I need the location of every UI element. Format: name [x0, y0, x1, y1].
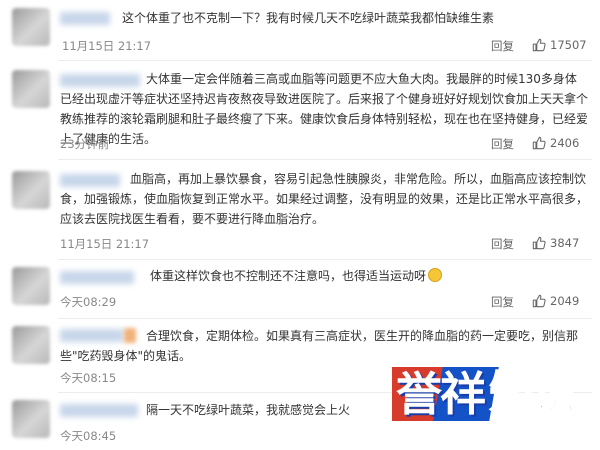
avatar[interactable] [12, 267, 50, 305]
laugh-emoji-icon [428, 268, 443, 282]
watermark-text: 誉祥 [396, 367, 486, 421]
thumbs-up-icon [532, 136, 546, 150]
divider [58, 60, 592, 61]
reply-button[interactable]: 回复 [491, 236, 514, 252]
comment-time: 今天08:45 [60, 429, 117, 443]
thumbs-up-icon [532, 236, 546, 250]
comment-time: 今天08:29 [60, 295, 117, 309]
divider [58, 318, 592, 319]
like-count: 2049 [550, 294, 580, 308]
username-redacted [60, 404, 138, 417]
comment-time: 今天08:15 [60, 371, 117, 385]
comment-text: 血脂高，再加上暴饮暴食，容易引起急性胰腺炎，非常危险。所以，血脂高应该控制饮食，… [60, 172, 589, 226]
reply-button[interactable]: 回复 [491, 294, 514, 310]
avatar[interactable] [12, 171, 50, 209]
comment-text: 这个体重了也不克制一下？我有时候几天不吃绿叶蔬菜我都怕缺维生素 [122, 11, 495, 25]
comment-item: 大体重一定会伴随着三高或血脂等问题更不应大鱼大肉。我最胖的时候130多身体已经出… [0, 62, 600, 156]
comment-item: 这个体重了也不克制一下？我有时候几天不吃绿叶蔬菜我都怕缺维生素 11月15日 2… [0, 0, 600, 58]
divider [58, 259, 592, 260]
like-count: 2406 [550, 136, 580, 150]
watermark-logo: 誉祥 知识 [392, 365, 592, 423]
like-button[interactable]: 2406 [532, 136, 579, 150]
like-count: 3847 [550, 236, 580, 250]
thumbs-up-icon [532, 294, 546, 308]
like-button[interactable]: 3847 [532, 236, 579, 250]
avatar[interactable] [12, 70, 50, 108]
comment-text-body: 体重这样饮食也不控制还不注意吗，也得适当运动呀 [150, 269, 427, 283]
comment-text: 合理饮食，定期体检。如果真有三高症状，医生开的降血脂的药一定要吃，别信那些"吃药… [60, 329, 579, 363]
like-button[interactable]: 2049 [532, 294, 579, 308]
comment-item: 体重这样饮食也不控制还不注意吗，也得适当运动呀 今天08:29 回复 2049 [0, 261, 600, 315]
divider [58, 159, 592, 160]
like-button[interactable]: 17507 [532, 38, 587, 52]
username-redacted [60, 12, 110, 25]
comment-time: 23分钟前 [60, 137, 110, 151]
avatar[interactable] [12, 400, 50, 438]
thumbs-up-icon [532, 38, 546, 52]
comment-time: 11月15日 21:17 [60, 237, 150, 251]
comment-text: 体重这样饮食也不控制还不注意吗，也得适当运动呀 [150, 266, 588, 286]
comment-item: 血脂高，再加上暴饮暴食，容易引起急性胰腺炎，非常危险。所以，血脂高应该控制饮食，… [0, 161, 600, 257]
like-count: 17507 [550, 38, 587, 52]
watermark-text-rest: 知识 [489, 367, 577, 420]
avatar[interactable] [12, 8, 50, 46]
username-redacted [60, 271, 134, 284]
reply-button[interactable]: 回复 [491, 136, 514, 152]
reply-button[interactable]: 回复 [491, 38, 514, 54]
avatar[interactable] [12, 326, 50, 364]
comment-time: 11月15日 21:17 [62, 39, 152, 53]
